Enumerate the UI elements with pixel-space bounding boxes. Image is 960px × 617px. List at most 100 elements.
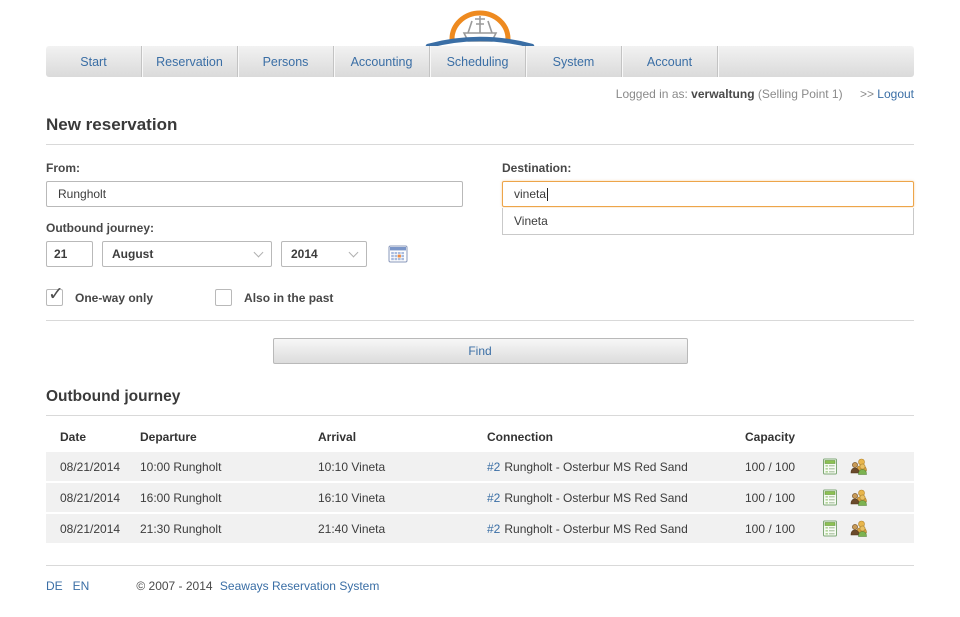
chevron-down-icon	[349, 247, 359, 257]
copyright-text: © 2007 - 2014 Seaways Reservation System	[136, 579, 379, 593]
cell-date: 08/21/2014	[60, 491, 140, 505]
cell-departure: 10:00 Rungholt	[140, 460, 318, 474]
cell-arrival: 16:10 Vineta	[318, 491, 487, 505]
cell-departure: 16:00 Rungholt	[140, 491, 318, 505]
destination-input[interactable]: vineta	[502, 181, 914, 207]
results-table-header: Date Departure Arrival Connection Capaci…	[46, 422, 914, 452]
passengers-button[interactable]	[849, 458, 869, 475]
nav-tab-scheduling[interactable]: Scheduling	[430, 46, 526, 77]
nav-tab-persons[interactable]: Persons	[238, 46, 334, 77]
lang-de-link[interactable]: DE	[46, 579, 63, 593]
passengers-button[interactable]	[849, 489, 869, 506]
find-button[interactable]: Find	[273, 338, 688, 364]
col-header-connection: Connection	[487, 430, 745, 444]
nav-tab-label: Scheduling	[447, 55, 509, 69]
report-list-icon	[822, 458, 838, 475]
main-navbar: Start Reservation Persons Accounting Sch…	[46, 46, 914, 77]
col-header-departure: Departure	[140, 430, 318, 444]
session-info: Logged in as: verwaltung (Selling Point …	[46, 87, 914, 101]
connection-number-link[interactable]: #2	[487, 491, 500, 505]
manifest-button[interactable]	[822, 489, 838, 506]
nav-tab-system[interactable]: System	[526, 46, 622, 77]
system-name-link[interactable]: Seaways Reservation System	[220, 579, 379, 593]
nav-tab-start[interactable]: Start	[46, 46, 142, 77]
suggestion-item-vineta[interactable]: Vineta	[503, 208, 913, 234]
lang-en-link[interactable]: EN	[73, 579, 90, 593]
year-select[interactable]: 2014	[281, 241, 367, 267]
col-header-date: Date	[60, 430, 140, 444]
nav-tab-label: Reservation	[156, 55, 223, 69]
journey-row: 08/21/2014 10:00 Rungholt 10:10 Vineta #…	[46, 452, 914, 481]
calendar-picker-button[interactable]	[388, 245, 408, 263]
cell-connection: #2 Rungholt - Osterbur MS Red Sand	[487, 491, 745, 505]
results-title: Outbound journey	[46, 388, 914, 406]
cell-capacity: 100 / 100	[745, 491, 822, 505]
one-way-checkbox[interactable]: ✓	[46, 289, 63, 306]
col-header-capacity: Capacity	[745, 430, 822, 444]
copyright-years: © 2007 - 2014	[136, 579, 212, 593]
footer-divider	[46, 565, 914, 566]
report-list-icon	[822, 520, 838, 537]
cell-capacity: 100 / 100	[745, 460, 822, 474]
nav-tab-label: Account	[647, 55, 692, 69]
journey-row: 08/21/2014 16:00 Rungholt 16:10 Vineta #…	[46, 483, 914, 512]
also-in-past-label: Also in the past	[244, 291, 333, 305]
nav-tab-label: Accounting	[351, 55, 413, 69]
cell-departure: 21:30 Rungholt	[140, 522, 318, 536]
navbar-spacer	[718, 46, 914, 77]
group-people-icon	[849, 520, 869, 537]
text-caret	[547, 188, 548, 201]
group-people-icon	[849, 489, 869, 506]
group-people-icon	[849, 458, 869, 475]
cell-capacity: 100 / 100	[745, 522, 822, 536]
journey-row: 08/21/2014 21:30 Rungholt 21:40 Vineta #…	[46, 514, 914, 543]
nav-tab-reservation[interactable]: Reservation	[142, 46, 238, 77]
calendar-icon	[388, 245, 408, 263]
checkmark-icon: ✓	[48, 283, 64, 306]
chevron-down-icon	[254, 247, 264, 257]
cell-date: 08/21/2014	[60, 460, 140, 474]
logout-arrows: >>	[860, 87, 874, 101]
logged-in-label: Logged in as:	[616, 87, 688, 101]
manifest-button[interactable]	[822, 520, 838, 537]
cell-date: 08/21/2014	[60, 522, 140, 536]
cell-arrival: 10:10 Vineta	[318, 460, 487, 474]
connection-number-link[interactable]: #2	[487, 522, 500, 536]
month-select[interactable]: August	[102, 241, 272, 267]
nav-tab-label: Persons	[263, 55, 309, 69]
results-divider	[46, 415, 914, 416]
report-list-icon	[822, 489, 838, 506]
from-label: From:	[46, 161, 463, 175]
from-input[interactable]	[46, 181, 463, 207]
selling-point: (Selling Point 1)	[758, 87, 843, 101]
page-title: New reservation	[46, 115, 914, 135]
passengers-button[interactable]	[849, 520, 869, 537]
connection-name: Rungholt - Osterbur MS Red Sand	[504, 460, 687, 474]
cell-connection: #2 Rungholt - Osterbur MS Red Sand	[487, 522, 745, 536]
col-header-arrival: Arrival	[318, 430, 487, 444]
connection-number-link[interactable]: #2	[487, 460, 500, 474]
one-way-label: One-way only	[75, 291, 153, 305]
nav-tab-accounting[interactable]: Accounting	[334, 46, 430, 77]
nav-tab-account[interactable]: Account	[622, 46, 718, 77]
connection-name: Rungholt - Osterbur MS Red Sand	[504, 522, 687, 536]
cell-arrival: 21:40 Vineta	[318, 522, 487, 536]
logout-link[interactable]: Logout	[877, 87, 914, 101]
form-divider	[46, 320, 914, 321]
manifest-button[interactable]	[822, 458, 838, 475]
day-input[interactable]	[46, 241, 93, 267]
username: verwaltung	[691, 87, 754, 101]
also-in-past-checkbox[interactable]	[215, 289, 232, 306]
title-divider	[46, 144, 914, 145]
nav-tab-label: Start	[80, 55, 106, 69]
month-value: August	[112, 247, 153, 261]
nav-tab-label: System	[553, 55, 595, 69]
app-logo	[0, 0, 960, 46]
year-value: 2014	[291, 247, 318, 261]
connection-name: Rungholt - Osterbur MS Red Sand	[504, 491, 687, 505]
destination-value: vineta	[514, 187, 546, 201]
cell-connection: #2 Rungholt - Osterbur MS Red Sand	[487, 460, 745, 474]
ship-logo-icon	[420, 6, 540, 50]
destination-label: Destination:	[502, 161, 914, 175]
footer: DE EN © 2007 - 2014 Seaways Reservation …	[46, 579, 914, 593]
